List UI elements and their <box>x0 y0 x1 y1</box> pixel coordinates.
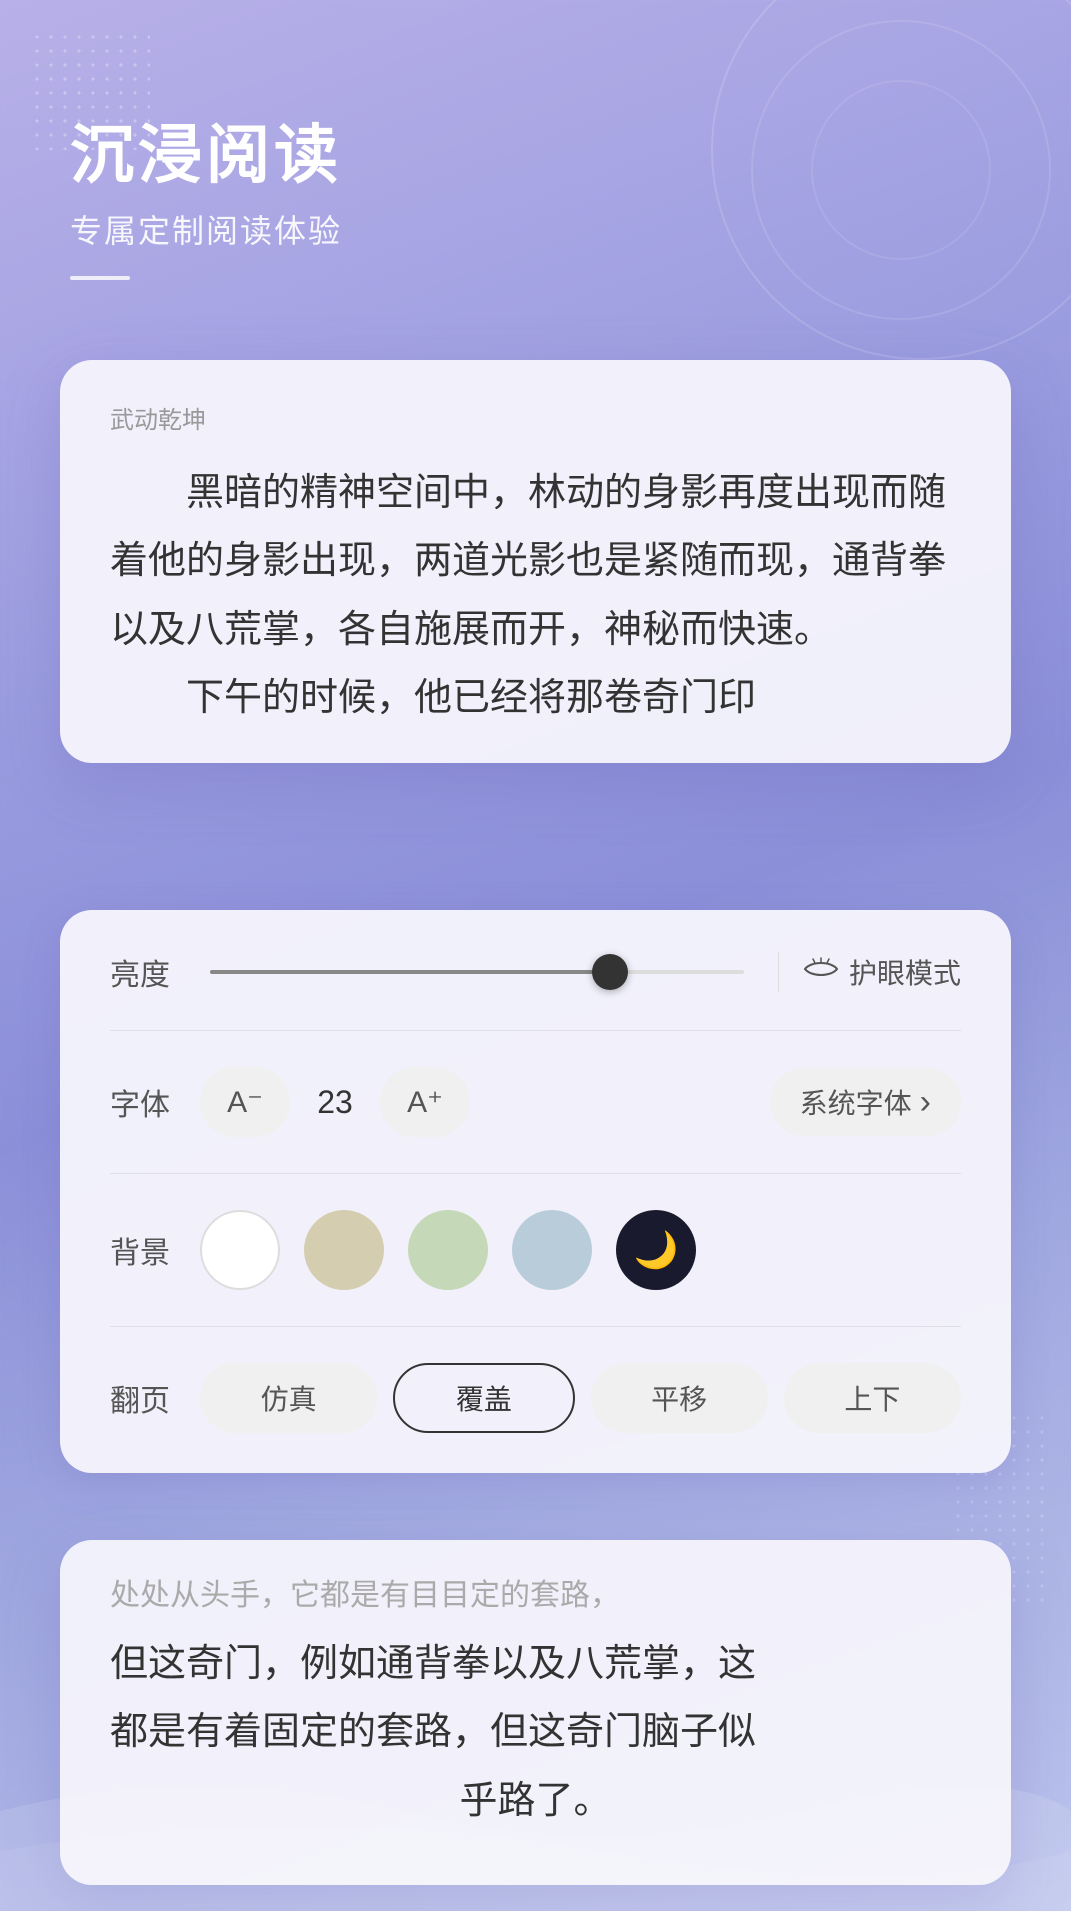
bg-option-green[interactable] <box>408 1210 488 1290</box>
page-label: 翻页 <box>110 1376 200 1420</box>
font-increase-button[interactable]: A⁺ <box>380 1067 470 1137</box>
brightness-slider-track[interactable] <box>210 970 744 974</box>
bg-option-white[interactable] <box>200 1210 280 1290</box>
bottom-text-blurred: 处处从头手，它都是有目目定的套路， <box>110 1570 961 1614</box>
bg-option-dark[interactable] <box>616 1210 696 1290</box>
page-subtitle: 专属定制阅读体验 <box>70 206 342 252</box>
background-row: 背景 <box>110 1210 961 1290</box>
page-options: 仿真 覆盖 平移 上下 <box>200 1363 961 1433</box>
background-options <box>200 1210 961 1290</box>
divider-1 <box>110 1030 961 1031</box>
font-family-selector[interactable]: 系统字体 › <box>770 1068 961 1136</box>
eye-mode-toggle[interactable]: 护眼模式 <box>803 952 961 992</box>
eye-icon <box>803 957 839 988</box>
font-decrease-button[interactable]: A⁻ <box>200 1067 290 1137</box>
reader-paragraph-1: 黑暗的精神空间中，林动的身影再度出现而随着他的身影出现，两道光影也是紧随而现，通… <box>110 459 961 664</box>
bg-option-beige[interactable] <box>304 1210 384 1290</box>
brightness-slider-thumb[interactable] <box>592 954 628 990</box>
wave-decoration <box>0 1711 1071 1911</box>
bg-decoration-circle-3 <box>811 80 991 260</box>
settings-panel: 亮度 护眼模式 字体 A⁻ <box>60 910 1011 1473</box>
font-row: 字体 A⁻ 23 A⁺ 系统字体 › <box>110 1067 961 1137</box>
divider-2 <box>110 1173 961 1174</box>
brightness-label: 亮度 <box>110 950 200 994</box>
header: 沉浸阅读 专属定制阅读体验 <box>70 120 342 280</box>
reader-card: 武动乾坤 黑暗的精神空间中，林动的身影再度出现而随着他的身影出现，两道光影也是紧… <box>60 360 1011 763</box>
bottom-text-p1: 但这奇门，例如通背拳以及八荒掌，这 <box>110 1630 961 1698</box>
bg-option-blue[interactable] <box>512 1210 592 1290</box>
book-title: 武动乾坤 <box>110 400 961 435</box>
font-controls: A⁻ 23 A⁺ 系统字体 › <box>200 1067 961 1137</box>
reader-paragraph-2: 下午的时候，他已经将那卷奇门印 <box>110 664 961 732</box>
settings-divider-vertical <box>778 952 779 992</box>
header-divider <box>70 276 130 280</box>
page-turn-row: 翻页 仿真 覆盖 平移 上下 <box>110 1363 961 1433</box>
font-size-value: 23 <box>310 1084 360 1121</box>
brightness-slider-fill <box>210 970 610 974</box>
divider-3 <box>110 1326 961 1327</box>
eye-mode-label: 护眼模式 <box>849 952 961 992</box>
brightness-control <box>200 970 754 974</box>
page-option-slide[interactable]: 平移 <box>591 1363 768 1433</box>
font-family-arrow-icon: › <box>920 1083 931 1122</box>
font-label: 字体 <box>110 1080 200 1124</box>
bg-label: 背景 <box>110 1228 200 1272</box>
page-option-cover[interactable]: 覆盖 <box>393 1363 574 1433</box>
font-family-label: 系统字体 <box>800 1082 912 1122</box>
page-title: 沉浸阅读 <box>70 120 342 190</box>
page-option-updown[interactable]: 上下 <box>784 1363 961 1433</box>
page-option-simulation[interactable]: 仿真 <box>200 1363 377 1433</box>
brightness-row: 亮度 护眼模式 <box>110 950 961 994</box>
